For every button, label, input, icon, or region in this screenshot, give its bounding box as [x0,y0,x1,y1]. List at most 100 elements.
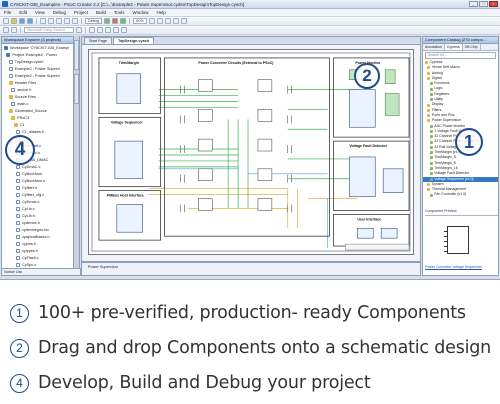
tree-item[interactable]: Cyfitter.h [2,184,73,191]
main-toolbar: Debug 60% [0,17,500,26]
feature-number-badge: 2 [10,338,29,358]
cut-icon[interactable] [40,18,46,24]
menu-debug[interactable]: Debug [53,10,66,15]
wire-group-orange [148,188,358,229]
component-catalog-title: Component Catalog (270 compo... [423,37,498,44]
tree-item[interactable]: Workspace 'CY8CKIT-035_Exampl [2,44,73,51]
menu-help[interactable]: Help [157,10,166,15]
ide-screenshot: CY8CKIT-035_Examples - PSoC Creator 2.2 … [0,0,500,280]
tree-item[interactable]: device.h [2,86,73,93]
tab-topdesign[interactable]: TopDesign.cysch [112,37,155,44]
fault-detector-component [382,168,404,193]
tree-item[interactable]: PSoC3 [2,114,73,121]
tab-cypress[interactable]: Cypress [444,44,463,50]
side-tab[interactable] [74,74,79,104]
menu-project[interactable]: Project [74,10,88,15]
copy-icon[interactable] [48,18,54,24]
tree-item[interactable]: CyLib.c [2,205,73,212]
close-button[interactable]: × [489,1,498,7]
tree-item[interactable]: CyDmac.c [2,198,73,205]
wire-tool-icon[interactable] [164,18,171,24]
sheet-tab-power-supervisor[interactable]: Power Supervisor [88,265,118,269]
tree-item-label: CyLib.h [22,213,35,218]
tree-item[interactable]: Project 'Example2 - Power [2,51,73,58]
build-icon[interactable] [104,18,111,24]
align-right-icon[interactable] [105,27,111,33]
text-tool-icon[interactable] [172,18,179,24]
tree-item[interactable]: CyBootAsm [2,170,73,177]
open-folder-icon[interactable] [11,18,17,24]
tree-item-label: PSoC3 [17,115,30,120]
datasheet-link[interactable]: Power Converter Voltage Sequencer [425,265,482,269]
workspace-icon[interactable] [3,27,9,33]
undo-icon[interactable] [64,18,70,24]
side-tab[interactable] [74,40,79,70]
tree-item[interactable]: Header Files [2,79,73,86]
file-icon [16,213,20,218]
menu-window[interactable]: Window [133,10,149,15]
align-center-icon[interactable] [97,27,103,33]
redo-icon[interactable] [72,18,78,24]
notice-list-tab[interactable]: Notice List [1,268,81,276]
save-all-icon[interactable] [27,18,33,24]
callout-1: 1 [455,128,483,156]
new-file-icon[interactable] [3,18,9,24]
tree-item[interactable]: Example2 - Power Supervi [2,72,73,79]
build-config-select[interactable]: Debug [85,18,103,24]
zoom-in-icon[interactable] [148,18,155,24]
tree-item[interactable]: Example2 - Power Supervi [2,65,73,72]
tree-item[interactable]: CySpc.c [2,261,73,268]
tree-item[interactable]: Source Files [2,93,73,100]
menu-file[interactable]: File [4,10,11,15]
tree-item[interactable]: CyFlash.c [2,254,73,261]
tree-item[interactable]: cypins.h [2,240,73,247]
flip-icon[interactable] [121,27,127,33]
tree-item[interactable]: cydevicegnu.inc [2,226,73,233]
maximize-button[interactable]: □ [479,1,488,7]
folder-icon [427,182,431,186]
project-icon [6,52,11,57]
catalog-search-input[interactable]: Search for... [425,52,496,59]
tree-item[interactable]: main.c [2,100,73,107]
menu-view[interactable]: View [35,10,45,15]
search-field[interactable]: Microsoft Early Search [24,27,74,33]
folder-icon [427,66,431,70]
grid-icon[interactable] [180,18,187,24]
tab-off-chip[interactable]: Off-Chip [463,44,481,50]
tree-item[interactable]: cydevice.h [2,219,73,226]
minimize-button[interactable]: _ [469,1,478,7]
search-icon[interactable] [76,27,82,33]
callout-4: 4 [5,135,35,165]
component-icon [429,87,433,91]
catalog-item[interactable]: Fan Controller [v1.0] [423,192,498,197]
tree-item[interactable]: C1 [2,121,73,128]
save-icon[interactable] [19,18,25,24]
tree-item[interactable]: CyBootAsm.s [2,177,73,184]
zoom-out-icon[interactable] [156,18,163,24]
tab-annotation[interactable]: Annotation [423,44,445,50]
tree-item[interactable]: C1_aliases.h [2,128,73,135]
menu-build[interactable]: Build [96,10,106,15]
tree-item[interactable]: Generated_Source [2,107,73,114]
converter-circuit [198,138,213,152]
paste-icon[interactable] [56,18,62,24]
debug-icon[interactable] [120,18,127,24]
rotate-icon[interactable] [113,27,119,33]
tree-item[interactable]: CyDmaC.c [2,163,73,170]
tree-item[interactable]: cyapicallbacks.h [2,233,73,240]
program-icon[interactable] [112,18,119,24]
align-left-icon[interactable] [89,27,95,33]
zoom-select[interactable]: 60% [133,18,147,24]
tab-start-page[interactable]: Start Page [84,37,112,44]
file-icon [8,73,13,78]
tree-item[interactable]: Cyfitter_cfg.c [2,191,73,198]
tree-item-label: CyBootAsm.s [22,178,45,183]
menu-tools[interactable]: Tools [114,10,125,15]
properties-icon[interactable] [11,27,17,33]
tree-item[interactable]: cytypes.h [2,247,73,254]
tree-item[interactable]: TopDesign.cysch [2,58,73,65]
menu-edit[interactable]: Edit [19,10,27,15]
feature-item: 2 Drag and drop Components onto a schema… [10,337,491,359]
tree-item[interactable]: CyLib.h [2,212,73,219]
folder-icon [11,115,16,120]
